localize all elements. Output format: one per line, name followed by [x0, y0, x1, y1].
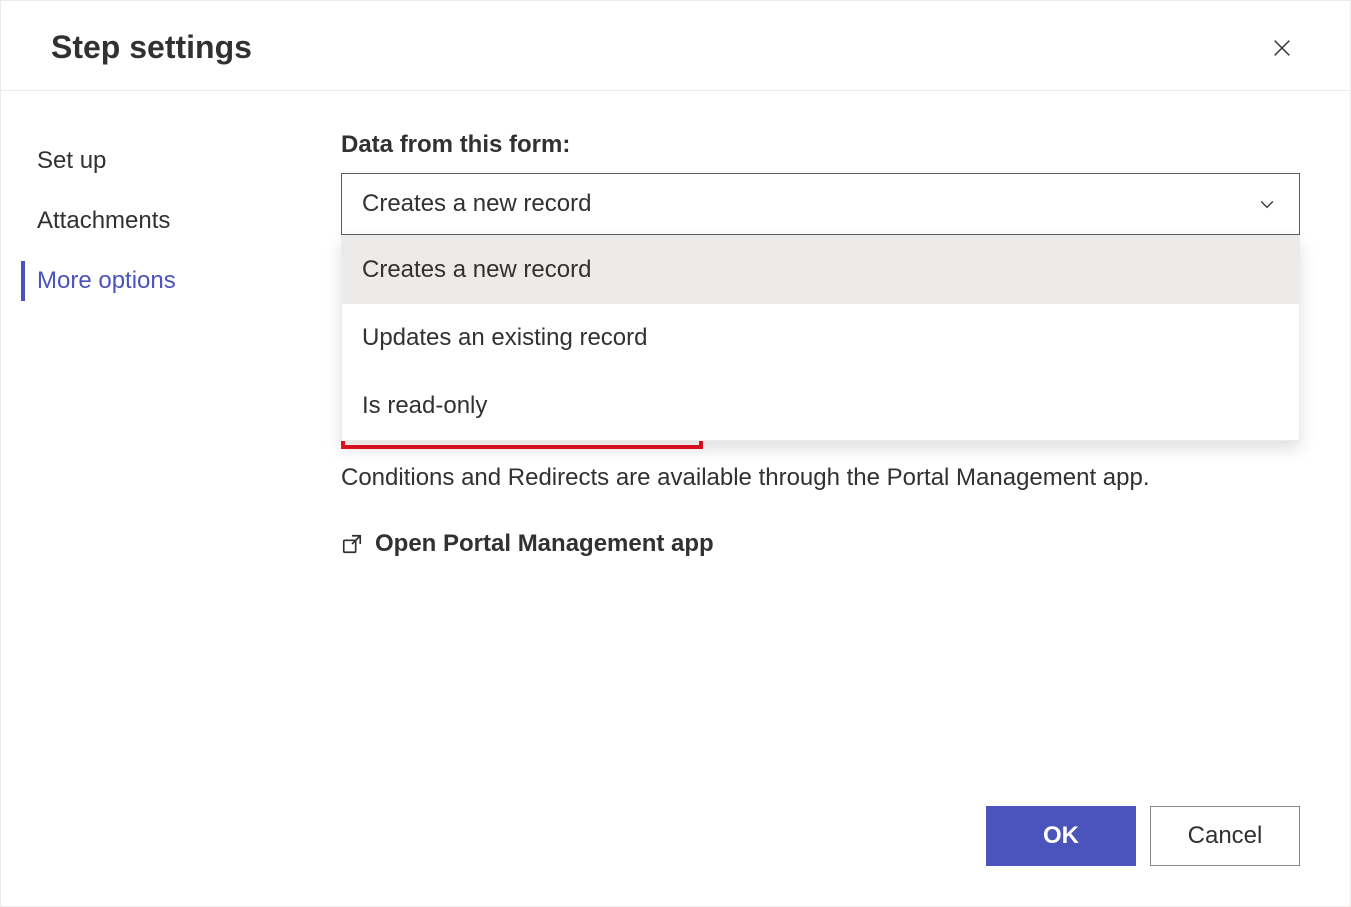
select-wrapper: Creates a new record Creates a new recor…: [341, 173, 1300, 235]
dropdown-option-label: Updates an existing record: [362, 324, 648, 351]
main-panel: Data from this form: Creates a new recor…: [341, 131, 1350, 806]
dialog-title: Step settings: [51, 29, 252, 66]
dropdown-list: Creates a new record Updates an existing…: [341, 235, 1300, 441]
cancel-button-label: Cancel: [1188, 822, 1263, 850]
dropdown-option-readonly[interactable]: Is read-only: [342, 372, 1299, 440]
ok-button[interactable]: OK: [986, 806, 1136, 866]
dropdown-option-updates[interactable]: Updates an existing record: [342, 304, 1299, 372]
cancel-button[interactable]: Cancel: [1150, 806, 1300, 866]
external-link-icon: [341, 533, 363, 555]
field-label: Data from this form:: [341, 131, 1300, 159]
open-link-label: Open Portal Management app: [375, 530, 714, 558]
sidebar: Set up Attachments More options: [1, 131, 341, 806]
select-value: Creates a new record: [362, 190, 591, 218]
dropdown-option-creates[interactable]: Creates a new record: [342, 236, 1299, 304]
dropdown-option-label: Creates a new record: [362, 256, 591, 283]
close-button[interactable]: [1264, 30, 1300, 66]
sidebar-item-setup[interactable]: Set up: [23, 131, 341, 191]
sidebar-item-label: More options: [37, 267, 176, 294]
ok-button-label: OK: [1043, 822, 1079, 850]
sidebar-item-label: Set up: [37, 147, 106, 174]
sidebar-item-more-options[interactable]: More options: [23, 251, 341, 311]
sidebar-item-attachments[interactable]: Attachments: [23, 191, 341, 251]
chevron-down-icon: [1257, 194, 1277, 214]
close-icon: [1271, 37, 1293, 59]
dialog-content: Set up Attachments More options Data fro…: [1, 91, 1350, 806]
dialog-footer: OK Cancel: [1, 806, 1350, 906]
open-portal-management-link[interactable]: Open Portal Management app: [341, 530, 1300, 558]
sidebar-item-label: Attachments: [37, 207, 170, 234]
dropdown-option-label: Is read-only: [362, 392, 487, 419]
dialog-header: Step settings: [1, 1, 1350, 91]
data-form-select[interactable]: Creates a new record: [341, 173, 1300, 235]
description-text: Conditions and Redirects are available t…: [341, 460, 1300, 496]
step-settings-dialog: Step settings Set up Attachments More op…: [0, 0, 1351, 907]
